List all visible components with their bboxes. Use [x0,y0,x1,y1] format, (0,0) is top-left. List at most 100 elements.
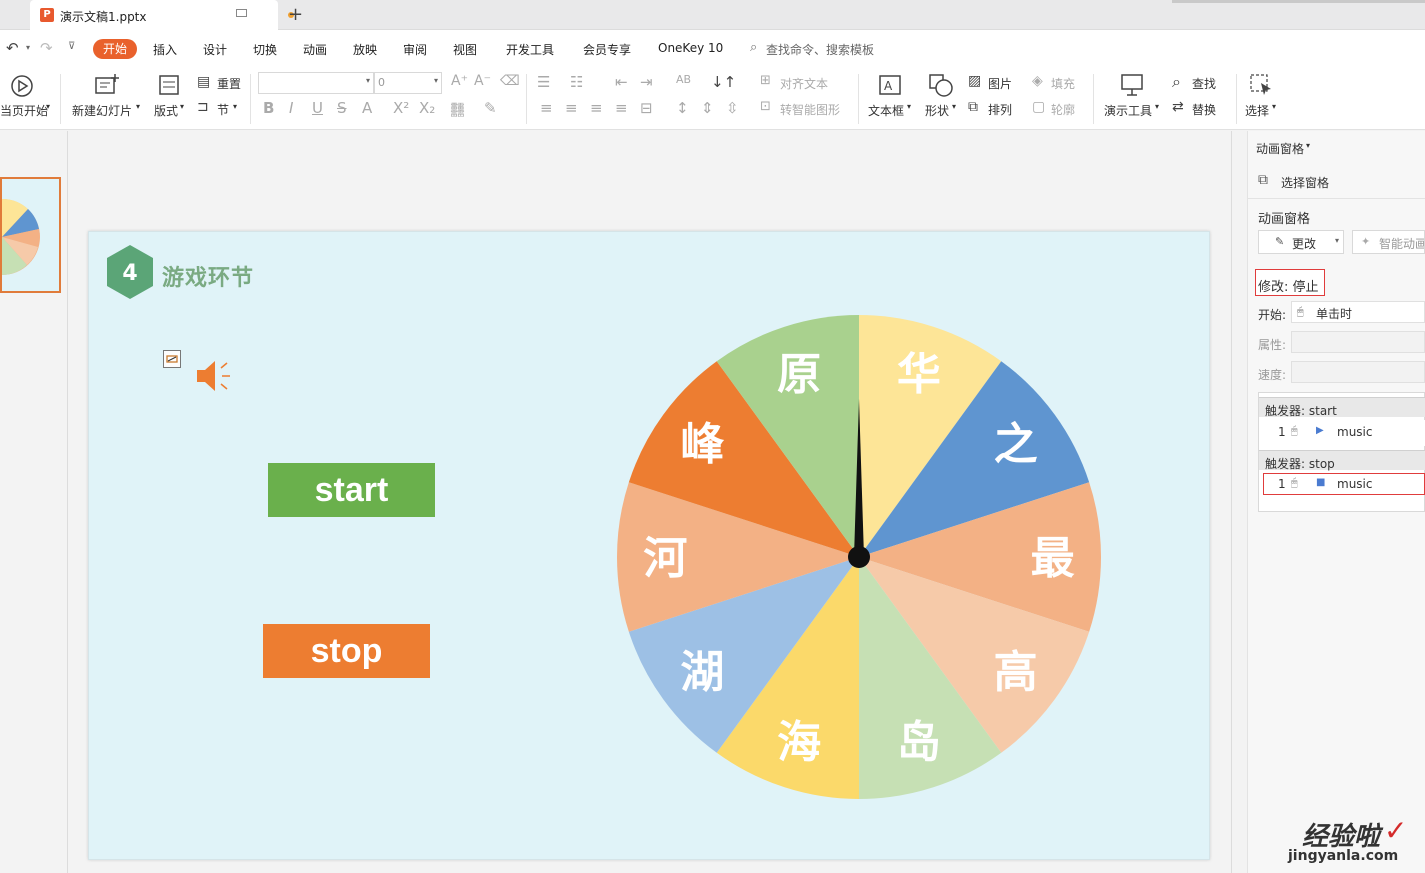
numbering-icon[interactable]: ☷ [570,73,583,91]
align-text-icon[interactable]: ⊞ [760,73,771,88]
distribute-icon[interactable]: ⊟ [640,99,653,117]
dropdown-icon[interactable]: ▾ [46,102,50,111]
font-size-input[interactable]: 0 ▾ [374,72,442,94]
justify-icon[interactable]: ≡ [615,99,628,117]
align-center-icon[interactable]: ≡ [565,99,578,117]
trigger-header-stop[interactable]: 触发器: stop [1259,450,1425,471]
pane-header[interactable]: 动画窗格 [1256,140,1304,157]
dropdown-icon[interactable]: ▾ [952,102,956,111]
from-current-label[interactable]: 当页开始 [0,102,48,119]
line-spacing-icon[interactable]: ↕ [676,99,689,117]
new-tab-button[interactable]: + [288,4,303,25]
layout-icon[interactable] [158,74,180,96]
select-label[interactable]: 选择 [1245,102,1269,119]
prize-wheel[interactable]: 华之最高岛 海 湖 河 峰 原 [616,314,1102,800]
menu-view[interactable]: 视图 [453,41,477,58]
undo-icon[interactable]: ↶ [6,39,19,57]
font-name-input[interactable]: ▾ [258,72,374,94]
start-button[interactable]: start [268,463,435,517]
new-slide-label[interactable]: 新建幻灯片 [72,102,132,119]
menu-home[interactable]: 开始 [93,39,137,59]
undo-dropdown-icon[interactable]: ▾ [26,43,30,52]
display-icon[interactable] [236,9,247,17]
menu-review[interactable]: 审阅 [403,41,427,58]
align-text-label[interactable]: 对齐文本 [780,75,828,92]
outline-label[interactable]: 轮廓 [1051,101,1075,118]
presentation-tools-icon[interactable] [1120,73,1146,97]
strikethrough-icon[interactable]: S [337,99,347,117]
picture-icon[interactable]: ▨ [968,73,981,89]
customize-toolbar-icon[interactable]: ⊽ [68,41,75,52]
menu-member[interactable]: 会员专享 [583,41,631,58]
smartart-label[interactable]: 转智能图形 [780,101,840,118]
menu-developer[interactable]: 开发工具 [506,41,554,58]
speaker-audio-icon[interactable] [193,356,237,396]
menu-animation[interactable]: 动画 [303,41,327,58]
slide-thumbnail[interactable] [0,177,61,293]
align-right-icon[interactable]: ≡ [590,99,603,117]
arrange-icon[interactable]: ⧉ [968,99,978,115]
picture-label[interactable]: 图片 [988,75,1012,92]
outline-icon[interactable]: ▢ [1032,99,1045,115]
fill-icon[interactable]: ◈ [1032,73,1043,89]
bold-icon[interactable]: B [263,99,274,117]
document-tab[interactable]: P 演示文稿1.pptx [30,0,294,30]
layout-label[interactable]: 版式 [154,102,178,119]
menu-slideshow[interactable]: 放映 [353,41,377,58]
smartart-icon[interactable]: ⊡ [760,99,771,114]
replace-label[interactable]: 替换 [1192,101,1216,118]
speed-select[interactable] [1291,361,1425,383]
font-shrink-icon[interactable]: A⁻ [474,73,491,89]
shape-icon[interactable] [928,73,954,97]
property-select[interactable] [1291,331,1425,353]
section-icon[interactable]: ⊐ [197,99,209,115]
dropdown-icon[interactable]: ▾ [180,102,184,111]
trigger-header-start[interactable]: 触发器: start [1259,397,1425,418]
find-icon[interactable]: ⌕ [1172,72,1181,92]
phonetic-icon[interactable]: 䨻 [450,99,465,120]
start-select[interactable]: 🖱 单击时 [1291,301,1425,323]
menu-insert[interactable]: 插入 [153,41,177,58]
section-label[interactable]: 节 [217,101,229,118]
animation-item[interactable]: 1 🖱 ▶ music [1259,420,1425,446]
dropdown-icon[interactable]: ▾ [136,102,140,111]
text-direction-icon[interactable]: AB [676,73,691,86]
dropdown-icon[interactable]: ▾ [1155,102,1159,111]
superscript-icon[interactable]: X² [393,99,409,117]
find-label[interactable]: 查找 [1192,75,1216,92]
decrease-indent-icon[interactable]: ⇤ [615,73,628,91]
animation-item-selected[interactable]: 1 🖱 ■ music [1263,473,1425,495]
replace-icon[interactable]: ⇄ [1172,99,1184,115]
arrange-label[interactable]: 排列 [988,101,1012,118]
reset-label[interactable]: 重置 [217,75,241,92]
menu-design[interactable]: 设计 [203,41,227,58]
redo-icon[interactable]: ↷ [40,39,53,57]
dropdown-icon[interactable]: ▾ [233,102,237,111]
smart-animation-button[interactable]: ✦ 智能动画 [1352,230,1425,254]
presentation-tools-label[interactable]: 演示工具 [1104,102,1152,119]
highlight-icon[interactable]: ✎ [484,99,497,117]
dropdown-icon[interactable]: ▾ [907,102,911,111]
textbox-icon[interactable]: A [878,73,902,97]
change-effect-button[interactable]: ✎ 更改 ▾ [1258,230,1344,254]
textbox-label[interactable]: 文本框 [868,102,904,119]
trigger-marker-icon[interactable] [163,350,181,368]
menu-transition[interactable]: 切换 [253,41,277,58]
selection-pane-icon[interactable]: ⧉ [1258,172,1268,188]
select-icon[interactable] [1249,73,1273,97]
italic-icon[interactable]: I [289,99,293,117]
clear-format-icon[interactable]: ⌫ [500,73,520,89]
columns-icon[interactable]: ⇳ [726,99,739,117]
reset-icon[interactable]: ▤ [197,74,210,90]
sort-icon[interactable]: ↓↑ [711,73,736,91]
align-left-icon[interactable]: ≡ [540,99,553,117]
fill-label[interactable]: 填充 [1051,75,1075,92]
command-search[interactable]: 查找命令、搜索模板 [766,41,874,58]
dropdown-icon[interactable]: ▾ [1272,102,1276,111]
menu-onekey[interactable]: OneKey 10 [658,41,723,55]
underline-icon[interactable]: U [312,99,323,117]
selection-pane-link[interactable]: 选择窗格 [1281,174,1329,191]
font-color-icon[interactable]: A [362,99,372,117]
new-slide-icon[interactable] [94,73,120,97]
font-grow-icon[interactable]: A⁺ [451,73,468,89]
